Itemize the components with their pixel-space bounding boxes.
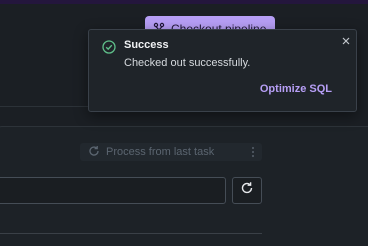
section-divider xyxy=(0,106,88,107)
refresh-button[interactable] xyxy=(232,177,262,204)
optimize-sql-link[interactable]: Optimize SQL xyxy=(260,83,332,95)
process-from-last-task-label: Process from last task xyxy=(106,146,215,158)
toast-title: Success xyxy=(124,39,169,51)
refresh-icon xyxy=(240,181,254,200)
process-from-last-task-button[interactable]: Process from last task xyxy=(80,143,262,161)
task-input[interactable] xyxy=(0,177,226,204)
refresh-icon xyxy=(88,145,100,160)
toast-message: Checked out successfully. xyxy=(124,57,251,69)
success-toast: Success Checked out successfully. Optimi… xyxy=(88,29,357,112)
panel-divider xyxy=(0,233,262,234)
top-bar xyxy=(0,0,368,4)
success-check-icon xyxy=(102,40,116,54)
close-icon[interactable] xyxy=(340,35,352,47)
more-vertical-icon[interactable] xyxy=(244,143,262,161)
